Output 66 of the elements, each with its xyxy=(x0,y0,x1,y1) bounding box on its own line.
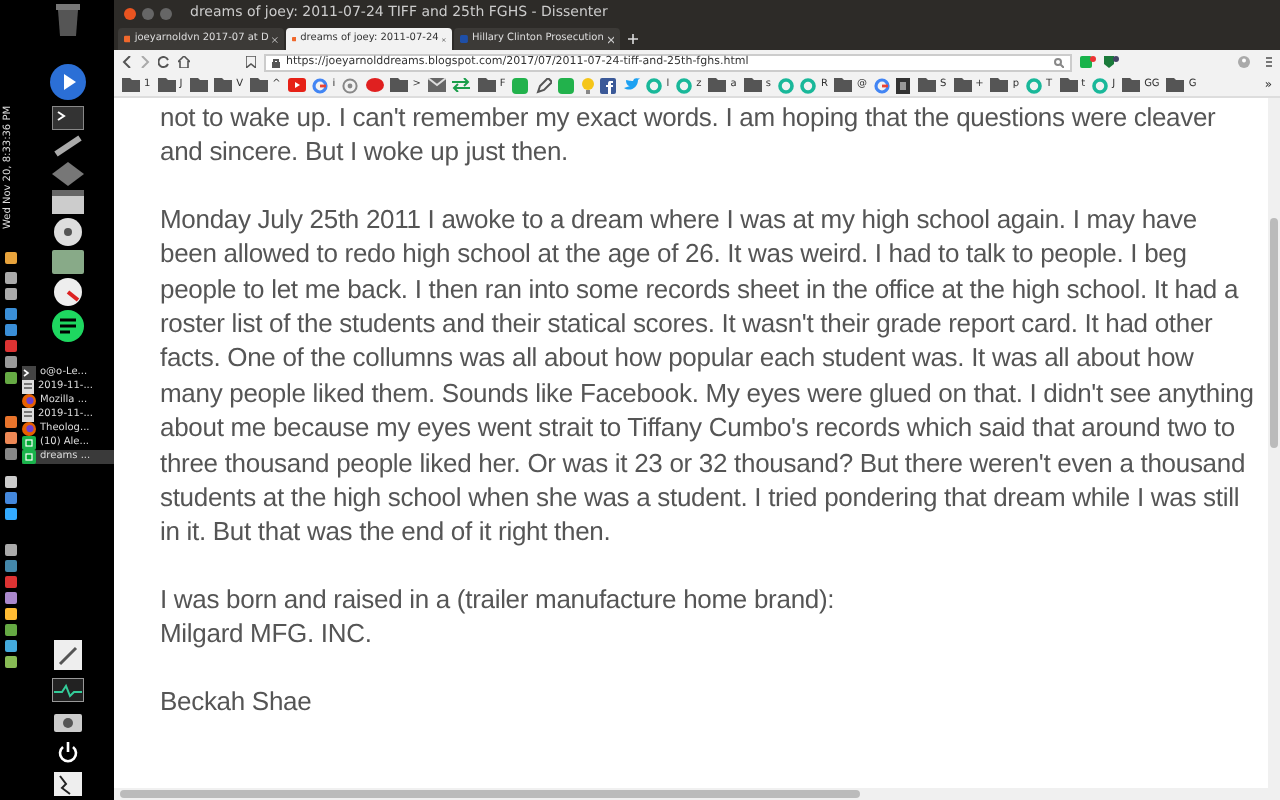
note-app-icon[interactable] xyxy=(51,310,83,342)
screenshot-icon[interactable] xyxy=(53,772,81,796)
system-monitor-icon[interactable] xyxy=(51,678,83,702)
paint-brush-icon[interactable] xyxy=(51,134,83,158)
bulb-icon xyxy=(581,77,594,93)
minimize-button[interactable] xyxy=(142,7,154,19)
terminal-icon xyxy=(22,366,36,380)
diamond-icon[interactable] xyxy=(51,162,83,186)
bird-icon xyxy=(623,78,640,92)
play-button-icon[interactable] xyxy=(49,64,85,100)
film-reel-icon[interactable] xyxy=(53,218,81,246)
drive-icon[interactable] xyxy=(51,250,83,274)
lock-icon xyxy=(272,57,280,67)
close-button[interactable] xyxy=(124,7,136,19)
home-icon[interactable] xyxy=(178,56,190,68)
shield-icon[interactable] xyxy=(1104,56,1120,68)
video-icon xyxy=(287,78,306,92)
maximize-button[interactable] xyxy=(160,7,172,19)
loop-icon xyxy=(1092,77,1109,93)
new-tab-icon[interactable] xyxy=(628,34,638,44)
app-square-icon xyxy=(512,77,529,93)
power-icon[interactable] xyxy=(55,740,79,764)
tab-favicon-icon xyxy=(292,34,297,44)
folder-icon xyxy=(1122,78,1141,92)
gauge-icon[interactable] xyxy=(53,278,81,306)
vertical-scrollbar-thumb[interactable] xyxy=(1270,218,1278,448)
g-logo-icon xyxy=(873,77,890,93)
extension-icon[interactable] xyxy=(1080,56,1096,68)
camera-icon[interactable] xyxy=(53,710,81,732)
chat-bubble-icon xyxy=(365,77,384,93)
body-paragraph: Monday July 25th 2011 I awoke to a dream where I was at my high school again. I may have been allowed to redo high school at the age of 26. It was weird. I had to talk to people. I beg people to let me back. I then ran into some records sheet in the office at the high school. It had a roster list of the students and their statical scores. It wasn't their grade report card. It had other facts. One of the collumns was all about how popular each student was. It was all about how many people liked them. Sounds like Facebook. My eyes were glued on that. I didn't see anything about me because my eyes went strait to Tiffany Cumbo's records which said that around two to three thousand people liked her. Or was it 23 or 32 thousand? But there weren't even a thousand students at the high school when she was a student. I tried pondering that dream while I was still in it. But that was the end of it right then. xyxy=(160,201,1256,550)
g-logo-icon xyxy=(312,77,329,93)
horizontal-scrollbar-thumb[interactable] xyxy=(120,790,860,798)
tab-favicon-icon xyxy=(124,34,131,44)
bookmark-item[interactable] xyxy=(896,77,911,93)
document-icon xyxy=(22,380,34,394)
body-paragraph: I was born and raised in a (trailer manufacture home brand): Milgard MFG. INC. xyxy=(160,581,837,652)
document-icon xyxy=(22,408,34,422)
body-paragraph: not to wake up. I can't remember my exact words. I am hoping that the questions were cleaver and sincere. But I woke up just then. xyxy=(160,100,1218,170)
bookmark-item[interactable] xyxy=(600,77,617,93)
circle-icon xyxy=(342,77,359,93)
arrows-icon xyxy=(452,78,471,92)
reload-icon[interactable] xyxy=(158,56,170,68)
folder-icon xyxy=(834,78,853,92)
note-icon xyxy=(535,77,552,93)
zoom-icon[interactable] xyxy=(1054,57,1064,67)
trash-icon[interactable] xyxy=(53,4,81,36)
bookmark-icon[interactable] xyxy=(246,56,256,68)
dark-tile-icon xyxy=(896,77,911,93)
facebook-icon xyxy=(600,77,617,93)
terminal-icon[interactable] xyxy=(51,106,83,130)
app-square-icon xyxy=(558,77,575,93)
folder-icon xyxy=(390,78,409,92)
folder-icon xyxy=(1166,78,1185,92)
bookmark-item[interactable] xyxy=(189,78,208,92)
folder-icon xyxy=(477,78,496,92)
loop-icon xyxy=(1026,77,1043,93)
bookmark-item[interactable] xyxy=(427,78,446,92)
back-icon[interactable] xyxy=(122,56,132,68)
body-paragraph: Beckah Shae xyxy=(160,683,314,719)
menu-icon[interactable] xyxy=(1266,56,1272,68)
tab-favicon-icon xyxy=(460,34,468,44)
text-editor-icon[interactable] xyxy=(53,640,81,670)
scanner-icon[interactable] xyxy=(51,190,83,214)
folder-icon xyxy=(1059,78,1078,92)
vertical-scrollbar[interactable] xyxy=(1268,98,1280,800)
